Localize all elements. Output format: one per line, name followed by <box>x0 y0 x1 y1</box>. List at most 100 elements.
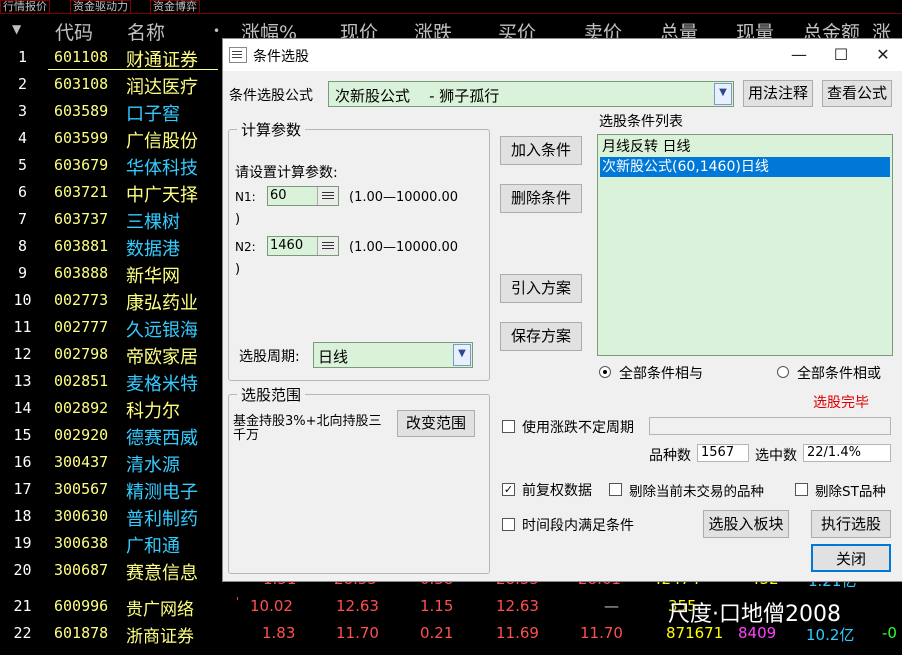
row-number: 18 <box>13 507 32 525</box>
delete-condition-button[interactable]: 删除条件 <box>500 184 582 213</box>
calc-params-group: 计算参数 请设置计算参数: N1: 60 (1.00—10000.00 ) N2… <box>228 119 490 381</box>
row-name: 德赛西威 <box>126 428 198 449</box>
row-number: 11 <box>13 318 32 336</box>
scope-title: 选股范围 <box>237 384 306 405</box>
row-code: 603599 <box>54 129 109 147</box>
row-code: 002851 <box>54 372 109 390</box>
row-name: 普利制药 <box>126 509 198 530</box>
scope-group: 选股范围 基金持股3%+北向持股三千万 改变范围 <box>228 384 490 574</box>
change-scope-button[interactable]: 改变范围 <box>397 410 475 437</box>
exclude-untraded-checkbox[interactable] <box>609 483 622 496</box>
n2-range: (1.00—10000.00 <box>349 240 459 255</box>
row-number: 13 <box>13 372 32 390</box>
row-name: 麦格米特 <box>126 374 198 395</box>
col-code[interactable]: 代码 <box>55 18 93 45</box>
row-name: 中广天择 <box>126 185 198 206</box>
selected-field: 22/1.4% <box>803 444 891 462</box>
row-code: 300437 <box>54 453 109 471</box>
list-item[interactable]: 次新股公式(60,1460)日线 <box>600 157 890 177</box>
period-label: 选股周期: <box>239 349 300 365</box>
row-number: 19 <box>13 534 32 552</box>
row-name: 口子窖 <box>126 104 180 125</box>
maximize-icon[interactable]: ☐ <box>827 43 855 67</box>
fq-label: 前复权数据 <box>522 483 592 499</box>
row-price: 11.70 <box>336 624 379 642</box>
all-or-radio[interactable] <box>777 366 789 378</box>
to-block-button[interactable]: 选股入板块 <box>703 510 789 538</box>
spinner-icon[interactable] <box>317 237 338 255</box>
formula-select[interactable]: 次新股公式 - 狮子孤行 ▼ <box>328 81 734 107</box>
tab-quotes[interactable]: 行情报价 <box>0 0 50 14</box>
row-name: 精测电子 <box>126 482 198 503</box>
row-chg: 1.83 <box>262 624 296 642</box>
var-period-label: 使用涨跌不定周期 <box>522 420 634 436</box>
row-name: 润达医疗 <box>126 77 198 98</box>
row-number: 15 <box>13 426 32 444</box>
n1-label: N1: <box>235 190 256 204</box>
row-price: 12.63 <box>336 597 379 615</box>
var-period-checkbox[interactable] <box>502 420 515 433</box>
row-number: 5 <box>17 156 28 174</box>
status-text: 选股完毕 <box>813 395 869 411</box>
row-code: 603737 <box>54 210 109 228</box>
count-field: 1567 <box>697 444 749 462</box>
tab-fund-drive[interactable]: 资金驱动力 <box>70 0 131 14</box>
row-code: 603679 <box>54 156 109 174</box>
dialog-titlebar: 条件选股 — ☐ ✕ <box>223 39 902 71</box>
row-number: 7 <box>17 210 28 228</box>
quote-tabs: 行情报价 资金驱动力 资金博弈 <box>0 0 902 14</box>
close-button[interactable]: 关闭 <box>811 544 891 572</box>
row-number: 1 <box>17 48 28 66</box>
exclude-st-checkbox[interactable] <box>795 483 808 496</box>
n1-spinner[interactable]: 60 <box>267 186 339 206</box>
period-select[interactable]: 日线 ▼ <box>313 342 473 368</box>
execute-button[interactable]: 执行选股 <box>811 510 891 538</box>
minimize-icon[interactable]: — <box>785 43 813 67</box>
row-number: 6 <box>17 183 28 201</box>
progress-bar <box>649 417 891 435</box>
exclude-st-label: 剔除ST品种 <box>815 484 886 500</box>
row-number: 10 <box>13 291 32 309</box>
selected-label: 选中数 <box>755 448 797 464</box>
tab-fund-game[interactable]: 资金博弈 <box>150 0 200 14</box>
row-code: 002920 <box>54 426 109 444</box>
all-or-label: 全部条件相或 <box>797 366 881 382</box>
row-name: 广信股份 <box>126 131 198 152</box>
row-name: 浙商证券 <box>126 627 194 647</box>
usage-button[interactable]: 用法注释 <box>743 80 813 107</box>
formula-value: 次新股公式 - 狮子孤行 <box>335 87 500 105</box>
all-and-radio[interactable] <box>599 366 611 378</box>
condition-list[interactable]: 月线反转 日线 次新股公式(60,1460)日线 <box>597 134 893 356</box>
n2-spinner[interactable]: 1460 <box>267 236 339 256</box>
import-plan-button[interactable]: 引入方案 <box>500 274 582 303</box>
row-name: 帝欧家居 <box>126 347 198 368</box>
row-code: 601108 <box>54 48 109 66</box>
close-icon[interactable]: ✕ <box>869 43 897 67</box>
watermark: 尺度·口地僧2008 <box>668 602 841 627</box>
row-name: 新华网 <box>126 266 180 287</box>
row-code: 002773 <box>54 291 109 309</box>
count-label: 品种数 <box>649 448 691 464</box>
add-condition-button[interactable]: 加入条件 <box>500 136 582 165</box>
calc-params-title: 计算参数 <box>237 119 306 140</box>
row-number: 14 <box>13 399 32 417</box>
sort-down-icon[interactable]: ▼ <box>12 22 21 36</box>
row-number: 2 <box>17 75 28 93</box>
time-range-label: 时间段内满足条件 <box>522 518 634 534</box>
list-item[interactable]: 月线反转 日线 <box>600 137 890 157</box>
row-number: 4 <box>17 129 28 147</box>
n2-value: 1460 <box>270 238 304 253</box>
row-code: 002798 <box>54 345 109 363</box>
row-code: 002892 <box>54 399 109 417</box>
row-code: 300630 <box>54 507 109 525</box>
row-code: 603589 <box>54 102 109 120</box>
time-range-checkbox[interactable] <box>502 518 515 531</box>
fq-checkbox[interactable]: ✓ <box>502 483 515 496</box>
spinner-icon[interactable] <box>317 187 338 205</box>
row-bid: 12.63 <box>496 597 539 615</box>
col-name[interactable]: 名称 <box>127 18 165 45</box>
save-plan-button[interactable]: 保存方案 <box>500 322 582 351</box>
view-formula-button[interactable]: 查看公式 <box>822 80 892 107</box>
chevron-down-icon[interactable]: ▼ <box>714 83 732 105</box>
chevron-down-icon[interactable]: ▼ <box>453 344 471 366</box>
